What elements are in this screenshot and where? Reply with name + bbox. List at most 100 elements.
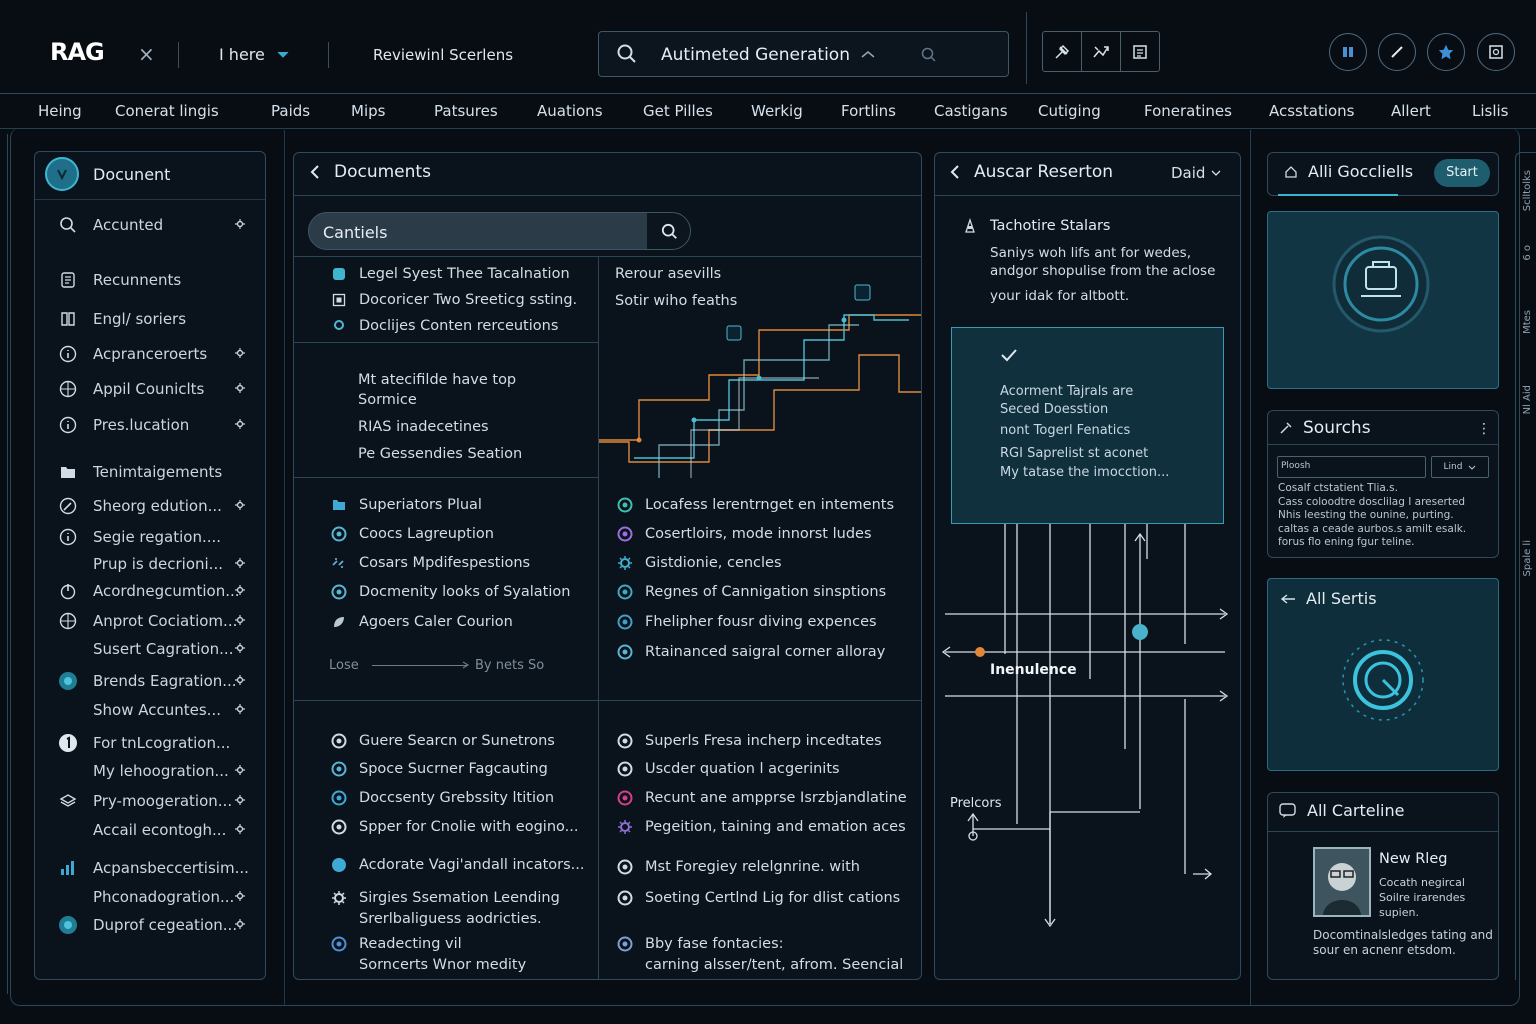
list-item[interactable]: Acdorate Vagi'andall incators... — [331, 857, 584, 873]
sidebar-item[interactable]: My lehoogration... — [58, 761, 229, 781]
more-options-icon[interactable]: ⋮ — [1477, 421, 1491, 437]
shuffle-icon[interactable] — [1082, 32, 1121, 71]
bookmark-icon[interactable] — [1329, 33, 1367, 71]
search-bar[interactable]: Autimeted Generation — [598, 31, 1009, 77]
pen-icon[interactable] — [1378, 33, 1416, 71]
gear-icon[interactable] — [235, 419, 245, 429]
documents-header[interactable]: Documents — [310, 162, 431, 182]
list-item[interactable]: Soeting Certlnd Lig for dlist cations — [617, 890, 900, 906]
sidebar-item[interactable]: Accail econtogh... — [58, 820, 226, 840]
close-button[interactable]: × — [138, 42, 155, 66]
list-icon[interactable] — [1121, 32, 1159, 71]
gear-icon[interactable] — [235, 500, 245, 510]
source-input[interactable]: Ploosh — [1277, 456, 1426, 478]
list-item[interactable]: Srerlbaliguess aodricties. — [331, 911, 542, 927]
sidebar-item[interactable]: Prup is decrioni... — [58, 554, 223, 574]
list-item[interactable]: Mst Foregiey relelgnrine. with — [617, 859, 860, 875]
nav-item[interactable]: Heing — [38, 102, 82, 120]
list-item[interactable]: Readecting vil — [331, 936, 462, 952]
nav-item[interactable]: Allert — [1391, 102, 1431, 120]
search-small-icon[interactable] — [921, 47, 937, 63]
list-item[interactable]: Docmenity looks of Syalation — [331, 584, 570, 600]
gear-icon[interactable] — [235, 824, 245, 834]
nav-item[interactable]: Foneratines — [1144, 102, 1232, 120]
list-item[interactable]: Sorncerts Wnor medity — [331, 957, 526, 973]
list-item[interactable]: Bby fase fontacies: — [617, 936, 784, 952]
sidebar-item[interactable]: Pry-moogeration... — [58, 791, 232, 811]
sidebar-item[interactable]: Segie regation.... — [58, 527, 221, 547]
nav-item[interactable]: Cutiging — [1038, 102, 1101, 120]
list-item[interactable]: Spoce Sucrner Fagcauting — [331, 761, 548, 777]
gear-icon[interactable] — [235, 891, 245, 901]
range-slider[interactable] — [372, 665, 467, 666]
gear-icon[interactable] — [235, 765, 245, 775]
list-item[interactable]: Regnes of Cannigation sinsptions — [617, 584, 886, 600]
list-item[interactable]: Doccsenty Grebssity ltition — [331, 790, 554, 806]
nav-item[interactable]: Acsstations — [1269, 102, 1355, 120]
documents-search[interactable]: Cantiels — [308, 212, 691, 250]
nav-item[interactable]: Patsures — [434, 102, 498, 120]
list-item[interactable]: Agoers Caler Courion — [331, 614, 513, 630]
gear-icon[interactable] — [235, 919, 245, 929]
gear-icon[interactable] — [235, 383, 245, 393]
gear-icon[interactable] — [235, 643, 245, 653]
nav-item[interactable]: Conerat lingis — [115, 102, 219, 120]
chevron-left-icon[interactable] — [950, 164, 960, 180]
documents-search-button[interactable] — [647, 213, 690, 249]
gear-icon[interactable] — [235, 675, 245, 685]
goals-header[interactable]: Alli Goccliells — [1284, 162, 1413, 181]
nav-item[interactable]: Werkig — [751, 102, 803, 120]
nav-item[interactable]: Auations — [537, 102, 603, 120]
nav-item[interactable]: Fortlins — [841, 102, 896, 120]
nav-item[interactable]: Get Pilles — [643, 102, 713, 120]
nav-item[interactable]: Lislis — [1472, 102, 1509, 120]
gear-icon[interactable] — [235, 795, 245, 805]
list-item[interactable]: Guere Searcn or Sunetrons — [331, 733, 555, 749]
sidebar-item[interactable]: Duprof cegeation... — [58, 915, 237, 935]
sidebar-item[interactable]: Engl/ soriers — [58, 309, 186, 329]
sidebar-item[interactable]: Anprot Cociatiom... — [58, 611, 237, 631]
list-item[interactable]: Docoricer Two Sreeticg ssting. — [331, 292, 577, 308]
list-item[interactable]: Uscder quation l acgerinits — [617, 761, 840, 777]
list-item[interactable]: Coocs Lagreuption — [331, 526, 494, 542]
documents-search-input[interactable]: Cantiels — [323, 223, 387, 242]
gear-icon[interactable] — [235, 585, 245, 595]
sidebar-item[interactable]: Acpranceroerts — [58, 344, 207, 364]
carteline-header[interactable]: All Carteline — [1279, 801, 1404, 820]
sidebar-item[interactable]: For tnLcogration... — [58, 733, 230, 753]
list-item[interactable]: Cosertloirs, mode innorst ludes — [617, 526, 872, 542]
sertis-card[interactable]: All Sertis — [1267, 578, 1499, 771]
star-icon[interactable] — [1427, 33, 1465, 71]
settings-box-icon[interactable] — [1477, 33, 1515, 71]
breadcrumb[interactable]: Reviewinl Scerlens — [373, 46, 513, 64]
list-item[interactable]: Locafess lerentrnget en intements — [617, 497, 894, 513]
gear-icon[interactable] — [235, 348, 245, 358]
sidebar-item[interactable]: Pres.lucation — [58, 415, 189, 435]
result-card[interactable]: Acorment Tajrals are Seced Doesstion non… — [951, 327, 1224, 524]
research-header[interactable]: Auscar Reserton — [950, 162, 1113, 182]
research-dropdown[interactable]: Daid — [1171, 164, 1221, 182]
pin-icon[interactable] — [1043, 32, 1082, 71]
list-item[interactable]: Doclijes Conten rerceutions — [331, 318, 558, 334]
list-item[interactable]: Superls Fresa incherp incedtates — [617, 733, 882, 749]
sidebar-header[interactable]: Docunent — [45, 157, 170, 191]
gear-icon[interactable] — [235, 615, 245, 625]
list-item[interactable]: Fhelipher fousr diving expences — [617, 614, 877, 630]
list-item[interactable]: Superiators Plual — [331, 497, 482, 513]
list-item[interactable]: carning alsser/tent, afrom. Seencial — [617, 957, 903, 973]
workspace-dropdown[interactable]: I here — [219, 45, 289, 64]
list-item[interactable]: Gistdionie, cencles — [617, 555, 782, 571]
nav-item[interactable]: Paids — [271, 102, 310, 120]
nav-item[interactable]: Castigans — [934, 102, 1008, 120]
list-item[interactable]: Pegeition, taining and emation aces — [617, 819, 906, 835]
sidebar-item[interactable]: Show Accuntes... — [58, 700, 221, 720]
list-item[interactable]: Spper for Cnolie with eogino... — [331, 819, 578, 835]
sidebar-item[interactable]: Susert Cagration... — [58, 639, 233, 659]
chevron-left-icon[interactable] — [310, 164, 320, 180]
sidebar-item[interactable]: Recunnents — [58, 270, 181, 290]
search-input[interactable]: Autimeted Generation — [661, 45, 850, 65]
list-item[interactable]: Cosars Mpdifespestions — [331, 555, 530, 571]
sidebar-item[interactable]: Phconadogration... — [58, 887, 234, 907]
sidebar-item[interactable]: Tenimtaigements — [58, 462, 222, 482]
sources-header[interactable]: Sourchs — [1279, 418, 1371, 438]
